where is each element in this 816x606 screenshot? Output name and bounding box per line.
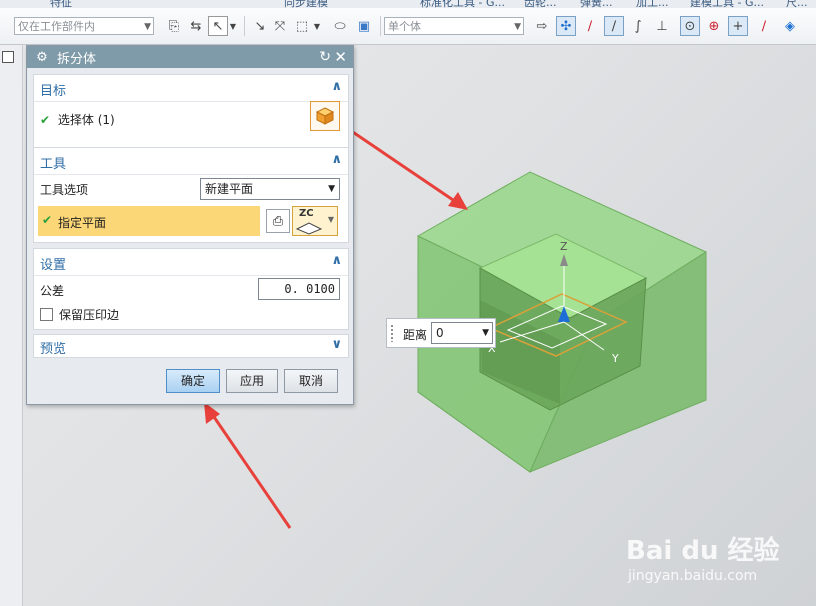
keep-imprint-row[interactable]: 保留压印边 — [40, 306, 119, 323]
distance-handle[interactable]: 距离 0 ▼ — [386, 318, 496, 348]
tolerance-label: 公差 — [40, 284, 65, 298]
chevron-up-icon[interactable]: ∧ — [331, 152, 342, 167]
chevron-down-icon[interactable]: ▼ — [328, 215, 334, 224]
tool-option-select[interactable]: 新建平面 ▼ — [200, 178, 340, 200]
dialog-titlebar[interactable]: ⚙ 拆分体 ↻ ✕ — [27, 46, 353, 68]
tool-option-label: 工具选项 — [40, 183, 89, 197]
zc-label: ZC — [299, 208, 314, 219]
baidu-watermark: Bai du 经验 — [626, 536, 780, 566]
tool-option-value: 新建平面 — [205, 182, 254, 196]
ok-button[interactable]: 确定 — [166, 369, 220, 393]
plane-dialog-button[interactable]: ⎙ — [266, 209, 290, 233]
baidu-watermark-url: jingyan.baidu.com — [628, 568, 758, 584]
chevron-down-icon: ▼ — [328, 184, 335, 194]
specify-plane-label: 指定平面 — [58, 216, 107, 230]
tool-header-label: 工具 — [40, 157, 67, 172]
chevron-down-icon: ▼ — [482, 328, 489, 338]
tolerance-input[interactable]: 0. 0100 — [258, 278, 340, 300]
select-body-label: 选择体 (1) — [57, 113, 115, 127]
annotation-arrow-line — [337, 120, 457, 204]
keep-imprint-label: 保留压印边 — [59, 308, 120, 322]
reset-icon[interactable]: ↻ — [319, 49, 331, 65]
settings-group: 设置 ∧ 公差 0. 0100 保留压印边 — [33, 248, 349, 330]
dialog-title: 拆分体 — [57, 51, 97, 67]
plane-icon: ⎙ — [272, 213, 284, 229]
specify-plane-row[interactable]: ✔ 指定平面 — [38, 206, 260, 236]
chevron-up-icon[interactable]: ∧ — [331, 253, 342, 268]
cube-icon — [315, 107, 335, 125]
tool-group: 工具 ∧ 工具选项 新建平面 ▼ ✔ 指定平面 ⎙ ZC ▼ — [33, 147, 349, 243]
distance-value: 0 — [436, 326, 444, 340]
zc-plane-button[interactable]: ZC ▼ — [292, 206, 338, 236]
cancel-button[interactable]: 取消 — [284, 369, 338, 393]
drag-grip-icon[interactable] — [390, 324, 394, 342]
preview-group-header[interactable]: 预览 ∨ — [34, 335, 348, 357]
gear-icon[interactable]: ⚙ — [33, 50, 51, 65]
settings-group-header[interactable]: 设置 ∧ — [34, 249, 348, 276]
distance-label: 距离 — [403, 328, 428, 342]
axis-z-label: Z — [560, 240, 568, 253]
target-header-label: 目标 — [40, 84, 67, 99]
check-icon: ✔ — [40, 113, 51, 127]
chevron-up-icon[interactable]: ∧ — [331, 79, 342, 94]
settings-header-label: 设置 — [40, 258, 67, 273]
check-icon: ✔ — [42, 213, 53, 227]
plane-icon — [295, 222, 323, 235]
select-body-row[interactable]: ✔ 选择体 (1) — [40, 111, 115, 128]
preview-header-label: 预览 — [40, 342, 67, 357]
split-body-dialog: ⚙ 拆分体 ↻ ✕ 目标 ∧ ✔ 选择体 (1) 工具 ∧ 工具选项 新建平面 … — [26, 45, 354, 405]
chevron-down-icon[interactable]: ∨ — [331, 337, 342, 352]
close-icon[interactable]: ✕ — [334, 48, 347, 66]
select-body-button[interactable] — [310, 101, 340, 131]
preview-group: 预览 ∨ — [33, 334, 349, 358]
keep-imprint-checkbox[interactable] — [40, 308, 53, 321]
annotation-arrowhead — [448, 192, 468, 210]
target-group-header[interactable]: 目标 ∧ — [34, 75, 348, 102]
axis-y-label: Y — [611, 352, 619, 365]
distance-select[interactable]: 0 ▼ — [431, 322, 493, 344]
annotation-arrow-line — [210, 413, 292, 529]
tool-group-header[interactable]: 工具 ∧ — [34, 148, 348, 175]
apply-button[interactable]: 应用 — [226, 369, 278, 393]
